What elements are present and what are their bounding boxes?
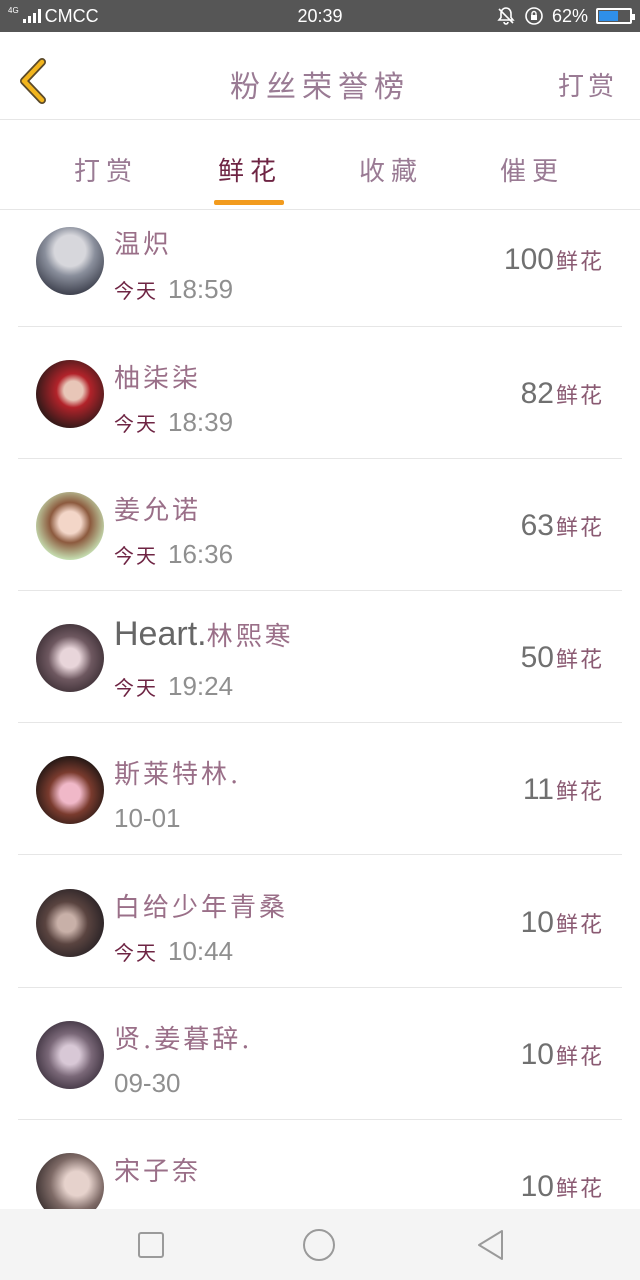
list-item[interactable]: 姜允诺 今天 16:36 63鲜花 <box>18 459 622 591</box>
user-name: 姜允诺 <box>114 496 202 526</box>
user-name: 斯莱特林. <box>114 760 242 790</box>
battery-percent: 62% <box>551 5 588 26</box>
page-title: 粉丝荣誉榜 <box>230 70 410 105</box>
system-nav-bar <box>0 1209 640 1280</box>
ranking-list: 温炽 今天 18:59 100鲜花 柚柒柒 今天 18:39 82鲜花 姜允诺 今天… <box>0 211 640 1209</box>
tab-bar: 打赏 鲜花 收藏 催更 <box>0 121 640 210</box>
list-item[interactable]: 贤.姜暮辞. 09-30 10鲜花 <box>18 988 622 1120</box>
avatar <box>36 492 104 560</box>
gift-time: 今天 10:44 <box>114 936 234 966</box>
list-item[interactable]: 斯莱特林. 10-01 11鲜花 <box>18 723 622 855</box>
flower-count: 10鲜花 <box>520 906 604 939</box>
list-item[interactable]: 温炽 今天 18:59 100鲜花 <box>18 211 622 327</box>
gift-time: 10-01 <box>114 803 181 833</box>
flower-count: 100鲜花 <box>503 243 604 276</box>
tab-flowers[interactable]: 鲜花 <box>218 151 282 188</box>
list-item[interactable]: 柚柒柒 今天 18:39 82鲜花 <box>18 327 622 459</box>
avatar <box>36 756 104 824</box>
avatar <box>36 624 104 692</box>
status-bar: 4G CMCC 20:39 62% <box>0 0 640 32</box>
tab-urge-update[interactable]: 催更 <box>500 151 564 188</box>
status-right: 62% <box>496 0 635 32</box>
user-name: 温炽 <box>114 230 173 260</box>
flower-count: 10鲜花 <box>520 1170 604 1203</box>
battery-icon <box>596 8 635 24</box>
app-header: 粉丝荣誉榜 打赏 <box>0 32 640 120</box>
flower-count: 63鲜花 <box>520 509 604 542</box>
user-name: 柚柒柒 <box>114 364 202 394</box>
rotation-lock-icon <box>525 7 543 25</box>
user-name: 白给少年青桑 <box>114 893 289 923</box>
gift-time: 今天 19:24 <box>114 671 234 701</box>
gift-time: 今天 18:39 <box>114 407 234 437</box>
user-name: 宋子奈 <box>114 1157 202 1187</box>
flower-count: 50鲜花 <box>520 641 604 674</box>
triangle-back-icon[interactable] <box>474 1228 508 1262</box>
square-icon[interactable] <box>134 1228 168 1262</box>
avatar <box>36 1153 104 1209</box>
user-name: Heart.林熙寒 <box>114 615 294 653</box>
bell-muted-icon <box>497 7 515 25</box>
avatar <box>36 360 104 428</box>
avatar <box>36 1021 104 1089</box>
gift-time: 今天 18:59 <box>114 274 234 304</box>
gift-time: 今天 16:36 <box>114 539 234 569</box>
tab-reward[interactable]: 打赏 <box>74 151 138 188</box>
battery-fill <box>599 11 618 21</box>
list-item[interactable]: 白给少年青桑 今天 10:44 10鲜花 <box>18 856 622 988</box>
avatar <box>36 227 104 295</box>
active-tab-indicator <box>214 200 284 205</box>
gift-time: 09-30 <box>114 1068 181 1098</box>
list-item[interactable]: 宋子奈 10鲜花 <box>18 1120 622 1209</box>
flower-count: 82鲜花 <box>520 377 604 410</box>
circle-icon[interactable] <box>302 1228 336 1262</box>
list-item[interactable]: Heart.林熙寒 今天 19:24 50鲜花 <box>18 591 622 723</box>
tab-favorites[interactable]: 收藏 <box>359 151 423 188</box>
reward-button[interactable]: 打赏 <box>558 66 618 103</box>
flower-count: 11鲜花 <box>522 773 604 806</box>
user-name: 贤.姜暮辞. <box>114 1025 253 1055</box>
flower-count: 10鲜花 <box>520 1038 604 1071</box>
avatar <box>36 889 104 957</box>
